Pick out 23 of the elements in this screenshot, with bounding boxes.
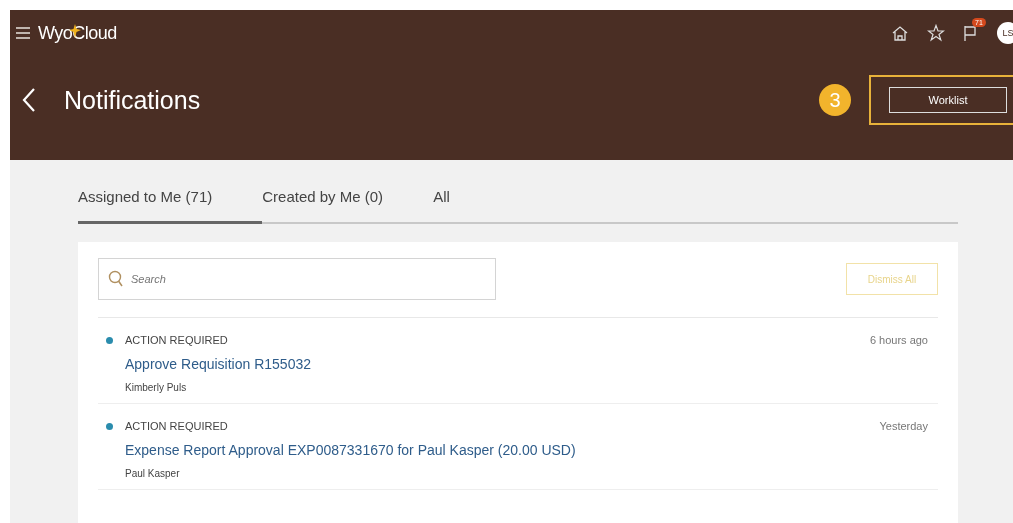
tab[interactable]: Assigned to Me (71) — [78, 188, 263, 224]
flag-icon[interactable] — [963, 24, 979, 42]
home-icon[interactable] — [891, 25, 909, 41]
step-marker: 3 — [819, 84, 851, 116]
search-icon — [108, 270, 124, 288]
tab[interactable]: All — [433, 188, 450, 224]
notification-link[interactable]: Expense Report Approval EXP0087331670 for Paul Kasper (20.00 USD) — [125, 442, 576, 458]
notification-status: ACTION REQUIRED — [125, 334, 228, 346]
logo[interactable]: WyoCloud — [38, 22, 117, 44]
search-field[interactable]: Search — [98, 258, 496, 300]
notification-time: Yesterday — [879, 420, 928, 432]
page-title: Notifications — [64, 85, 201, 115]
notification-sender: Paul Kasper — [125, 468, 180, 479]
menu-icon[interactable] — [16, 27, 30, 39]
tab[interactable]: Created by Me (0) — [262, 188, 384, 224]
notification-status: ACTION REQUIRED — [125, 420, 228, 432]
notification-time: 6 hours ago — [869, 334, 928, 346]
back-icon[interactable] — [22, 87, 36, 113]
user-avatar[interactable]: LS — [997, 22, 1013, 44]
notification-sender: Kimberly Puls — [125, 382, 187, 393]
worklist-button[interactable]: Worklist — [889, 87, 1007, 113]
star-icon[interactable] — [927, 24, 945, 42]
notification-link[interactable]: Approve Requisition R155032 — [125, 356, 311, 372]
